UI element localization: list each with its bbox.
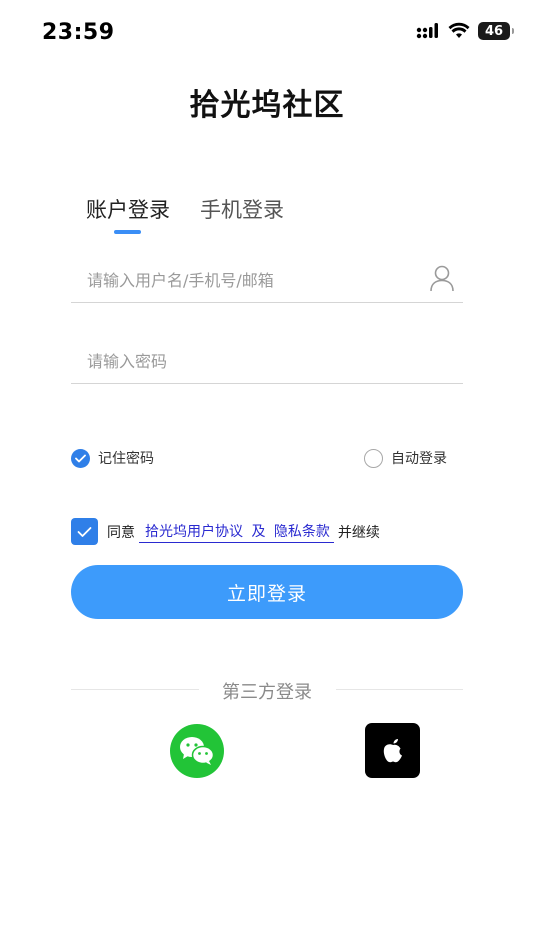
password-input[interactable] [85,343,419,379]
wechat-login-button[interactable] [170,724,224,778]
status-icons: 46 [416,22,514,40]
agreement-links: 拾光坞用户协议 及 隐私条款 [139,521,334,543]
remember-password-label: 记住密码 [98,451,154,467]
apple-login-button[interactable] [365,723,420,778]
third-party-login-label: 第三方登录 [222,682,312,703]
wifi-icon [448,22,470,38]
remember-password-option[interactable]: 记住密码 [71,448,154,468]
unchecked-circle-icon[interactable] [364,448,383,468]
username-input[interactable] [85,262,419,298]
agreement-row: 同意 拾光坞用户协议 及 隐私条款 并继续 [71,518,380,545]
wechat-icon [180,737,215,765]
agreement-checkbox[interactable] [71,518,98,545]
username-field [71,256,463,303]
user-agreement-link[interactable]: 拾光坞用户协议 [145,524,243,540]
apple-icon [383,738,402,762]
auto-login-option[interactable]: 自动登录 [364,448,447,468]
signal-icon [416,23,438,39]
password-field [71,337,463,384]
active-tab-indicator [114,230,141,234]
checked-circle-icon[interactable] [71,448,90,468]
login-button[interactable]: 立即登录 [71,565,463,619]
agreement-and: 及 [251,523,266,540]
tab-phone-login[interactable]: 手机登录 [200,194,284,224]
battery-indicator: 46 [478,22,514,40]
agreement-suffix: 并继续 [337,524,380,541]
status-time: 23:59 [42,20,115,45]
user-icon [430,265,454,292]
auto-login-label: 自动登录 [391,451,447,467]
page-title: 拾光坞社区 [189,88,345,123]
privacy-policy-link[interactable]: 隐私条款 [274,524,330,540]
agreement-prefix: 同意 [107,524,135,541]
tab-account-login[interactable]: 账户登录 [86,194,170,224]
